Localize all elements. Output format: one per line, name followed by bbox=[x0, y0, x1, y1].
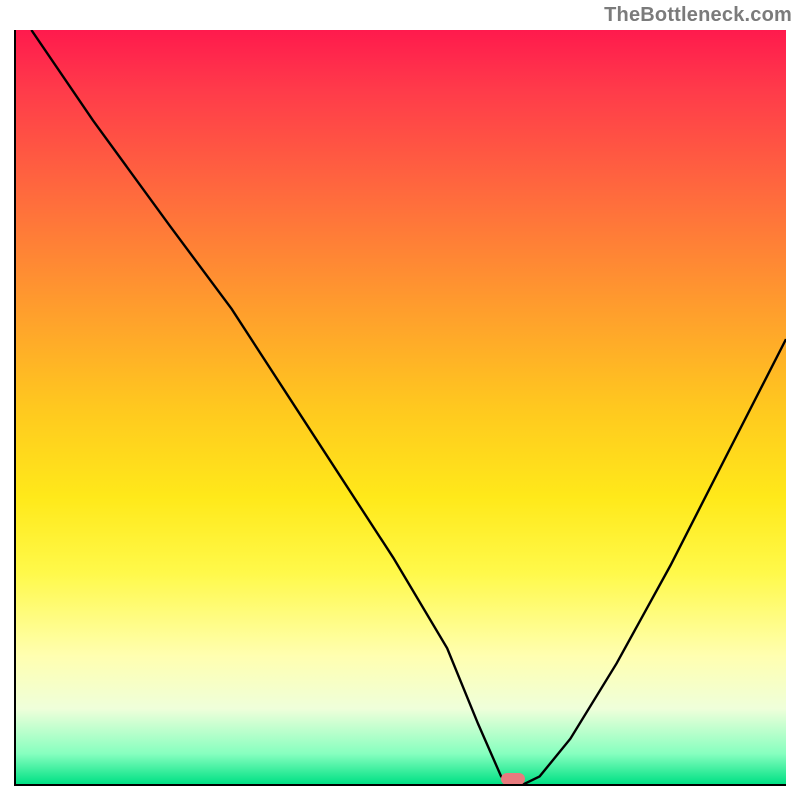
bottleneck-curve-path bbox=[31, 30, 786, 784]
curve-svg bbox=[16, 30, 786, 784]
watermark-text: TheBottleneck.com bbox=[604, 4, 792, 27]
plot-area bbox=[14, 30, 786, 786]
optimal-marker bbox=[501, 773, 525, 785]
bottleneck-chart: TheBottleneck.com bbox=[0, 0, 800, 800]
